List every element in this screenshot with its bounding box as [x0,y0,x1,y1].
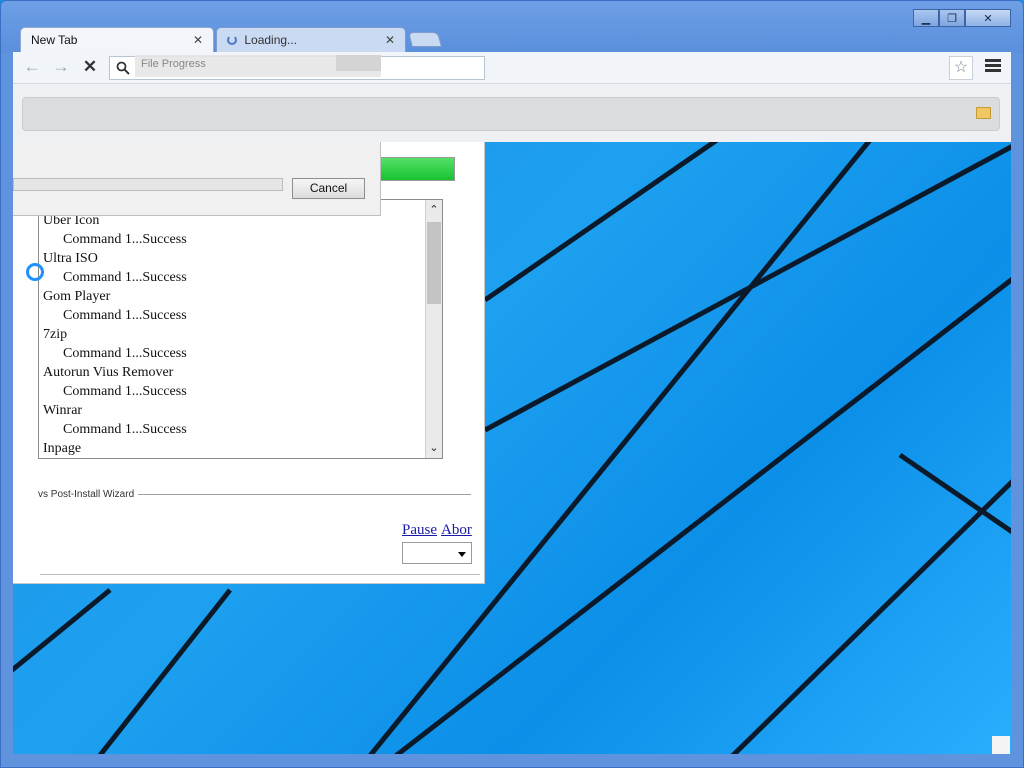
list-item: Command 1...Success [63,308,187,323]
browser-window: ▁ ❐ ✕ New Tab ✕ Loading... ✕ ← → ✕ ☆ Ube… [0,0,1024,768]
file-progress-bar [13,178,283,191]
maximize-button[interactable]: ❐ [939,9,965,27]
wizard-section-divider: vs Post-Install Wizard [38,489,471,500]
list-item: Command 1...Success [63,422,187,437]
dialog-close-button[interactable] [336,55,381,71]
progress-strip [379,157,455,181]
window-border-bottom [1,754,1023,767]
tab-label: New Tab [31,33,78,47]
scroll-thumb[interactable] [427,222,441,304]
install-log-list[interactable]: Uber Icon Command 1...Success Ultra ISO … [38,199,443,459]
tab-new-tab[interactable]: New Tab ✕ [20,27,214,52]
list-item: Gom Player [43,289,111,304]
list-item: Autorun Vius Remover [43,365,174,380]
file-progress-dialog-title[interactable]: File Progress [135,55,381,77]
dialog-title-text: File Progress [141,58,206,70]
bookmark-bar [13,84,1011,142]
list-item: Command 1...Success [63,346,187,361]
wizard-select[interactable] [402,542,472,564]
list-item: 7zip [43,327,68,342]
tab-close-icon[interactable]: ✕ [193,28,203,52]
loading-spinner-icon [227,35,237,45]
folder-icon[interactable] [976,107,991,119]
tab-label: Loading... [244,33,298,47]
new-tab-button[interactable] [407,32,443,47]
list-item: Command 1...Success [63,232,187,247]
pause-link[interactable]: Pause [402,522,437,538]
tab-loading[interactable]: Loading... ✕ [216,27,406,52]
chevron-down-icon [458,552,466,557]
divider [138,494,471,495]
search-icon [116,61,130,75]
menu-icon[interactable] [985,57,1001,77]
list-item: Winrar [43,403,83,418]
busy-cursor-icon [26,263,44,281]
window-controls: ▁ ❐ ✕ [913,9,1011,29]
divider [40,574,480,575]
list-item: Inpage [43,441,82,456]
list-item: Command 1...Success [63,384,187,399]
vertical-scrollbar[interactable]: ⌃ ⌄ [425,200,442,458]
stop-icon[interactable]: ✕ [79,58,101,78]
bookmark-bar-inner [22,97,1000,131]
bookmark-star-icon[interactable]: ☆ [949,56,973,80]
wizard-section-label: vs Post-Install Wizard [38,489,135,500]
scroll-down-icon[interactable]: ⌄ [426,440,442,456]
wizard-links: Pause Abor [402,522,472,539]
list-item: Ultra ISO [43,251,98,266]
tab-close-icon[interactable]: ✕ [385,28,395,52]
list-item: Command 1...Success [63,270,187,285]
minimize-button[interactable]: ▁ [913,9,939,27]
close-window-button[interactable]: ✕ [965,9,1011,27]
forward-arrow-icon[interactable]: → [50,58,72,78]
abort-link[interactable]: Abor [441,522,472,538]
resize-grip[interactable] [992,736,1010,754]
window-border-right [1011,53,1023,767]
back-arrow-icon[interactable]: ← [21,58,43,78]
window-border-left [1,53,13,767]
file-progress-dialog: Cancel [13,142,381,216]
scroll-up-icon[interactable]: ⌃ [426,202,442,218]
cancel-button[interactable]: Cancel [292,178,365,199]
